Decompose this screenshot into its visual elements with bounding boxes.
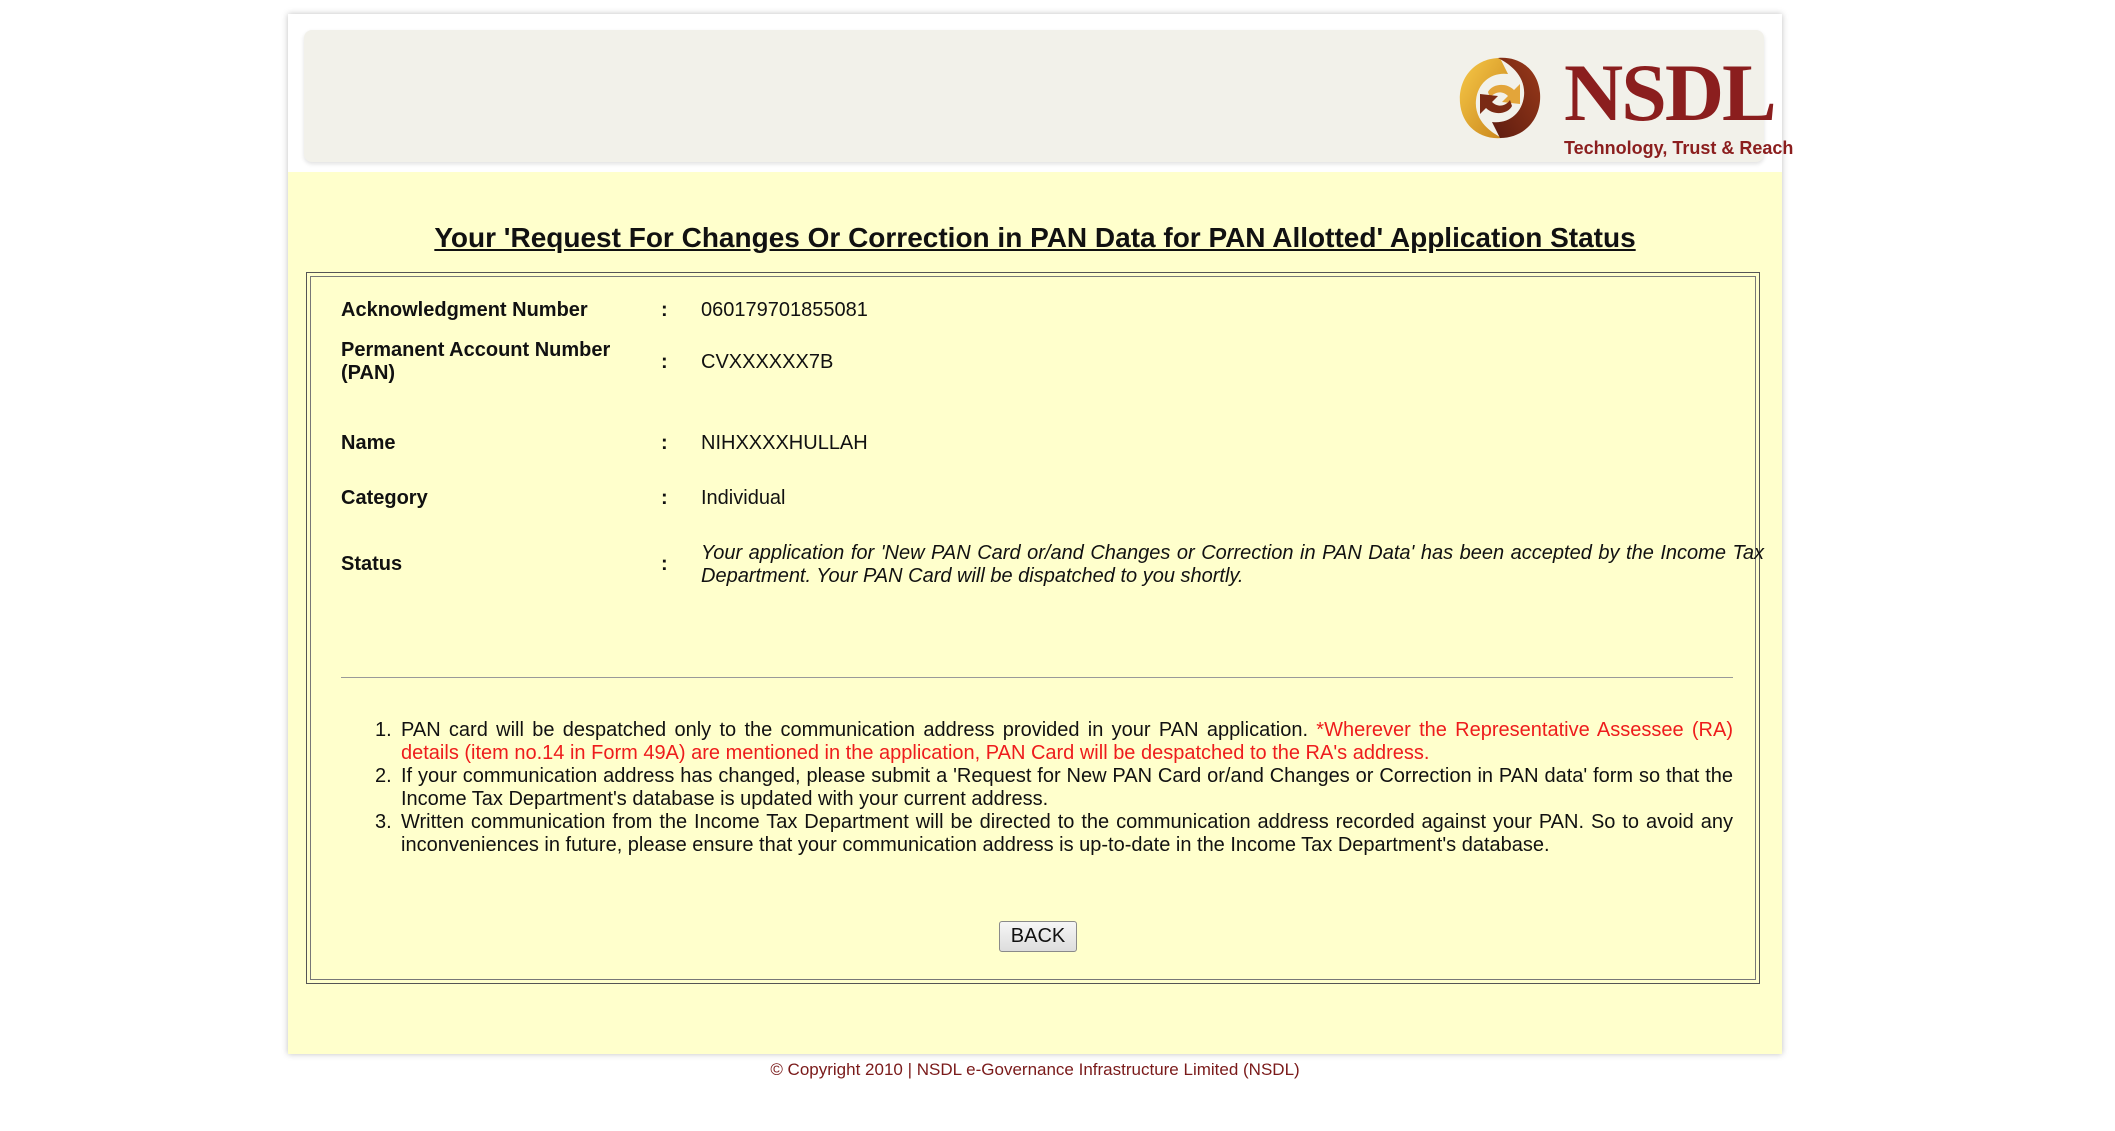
status-value: Your application for 'New PAN Card or/an…	[701, 542, 1764, 587]
acknowledgment-value: 060179701855081	[701, 299, 868, 321]
page-title: Your 'Request For Changes Or Correction …	[434, 222, 1636, 253]
status-panel: Acknowledgment Number : 060179701855081 …	[306, 272, 1764, 984]
note-text: Written communication from the Income Ta…	[401, 811, 1733, 856]
note-text: PAN card will be despatched only to the …	[401, 719, 1317, 741]
footer-copyright: © Copyright 2010 | NSDL e-Governance Inf…	[770, 1060, 1300, 1079]
status-panel-inner: Acknowledgment Number : 060179701855081 …	[310, 276, 1764, 980]
note-number: 3.	[375, 811, 392, 833]
logo-wordmark: NSDL	[1564, 47, 1777, 138]
category-label: Category	[341, 487, 428, 509]
pan-label: Permanent Account Number (PAN)	[341, 339, 611, 384]
divider	[341, 677, 1733, 678]
note-number: 1.	[375, 719, 392, 741]
notes-list: 1. PAN card will be despatched only to t…	[375, 719, 1733, 857]
note-item: 1. PAN card will be despatched only to t…	[375, 719, 1733, 765]
note-item: 2. If your communication address has cha…	[375, 765, 1733, 811]
separator: :	[661, 432, 668, 454]
header-banner: NSDL Technology, Trust & Reach	[304, 30, 1793, 162]
nsdl-logo: NSDL Technology, Trust & Reach	[1450, 48, 1795, 168]
acknowledgment-label: Acknowledgment Number	[341, 299, 588, 321]
pan-value: CVXXXXXX7B	[701, 351, 834, 373]
header: NSDL Technology, Trust & Reach	[288, 14, 1793, 172]
separator: :	[661, 351, 668, 373]
status-label: Status	[341, 553, 403, 575]
separator: :	[661, 553, 668, 575]
back-button[interactable]: BACK	[999, 921, 1077, 952]
name-value: NIHXXXXHULLAH	[701, 432, 868, 454]
note-text: If your communication address has change…	[401, 765, 1733, 810]
logo-tagline: Technology, Trust & Reach	[1564, 138, 1794, 158]
category-value: Individual	[701, 487, 786, 509]
separator: :	[661, 487, 668, 509]
note-item: 3. Written communication from the Income…	[375, 811, 1733, 857]
note-number: 2.	[375, 765, 392, 787]
nsdl-swirl-logo-icon	[1459, 57, 1541, 139]
main-container: NSDL Technology, Trust & Reach Your 'Req…	[288, 14, 1793, 1054]
name-label: Name	[341, 432, 396, 454]
separator: :	[661, 299, 668, 321]
